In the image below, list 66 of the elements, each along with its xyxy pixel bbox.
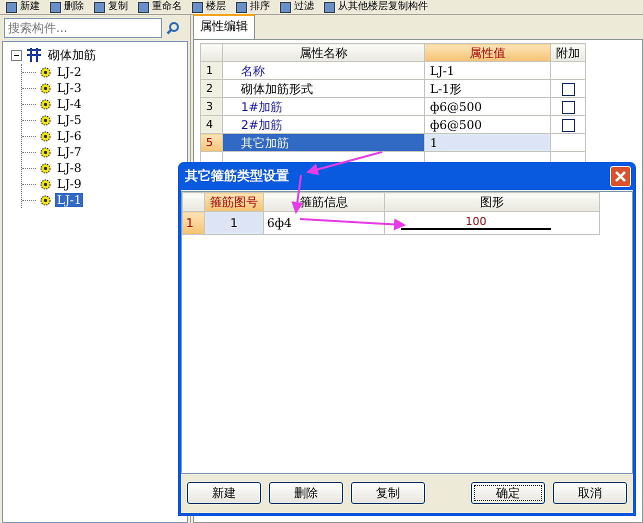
collapse-toggle[interactable] — [11, 50, 22, 60]
search-field[interactable]: 搜索构件... — [4, 18, 162, 38]
toolbar-button[interactable]: 新建 — [6, 1, 40, 13]
row-number: 4 — [200, 116, 222, 134]
tree-item[interactable]: LJ-8 — [55, 161, 84, 175]
tree-item[interactable]: LJ-5 — [55, 113, 84, 127]
rebar-shape-line: 100 — [401, 216, 551, 230]
property-name: 名称 — [222, 62, 424, 80]
gear-icon — [40, 130, 51, 142]
row-number: 1 — [200, 62, 222, 80]
toolbar-button[interactable]: 从其他楼层复制构件 — [324, 1, 428, 13]
row-number: 2 — [200, 80, 222, 98]
toolbar-button[interactable]: 排序 — [236, 1, 270, 13]
toolbar-button[interactable]: 楼层 — [192, 1, 226, 13]
checkbox[interactable] — [562, 118, 574, 132]
gear-icon — [40, 114, 51, 126]
toolbar-button[interactable]: 复制 — [94, 1, 128, 13]
column-header: 附加 — [550, 44, 586, 62]
property-value[interactable]: ф6@500 — [424, 98, 550, 116]
dialog-title: 其它箍筋类型设置 — [185, 168, 289, 185]
tab[interactable]: 属性编辑 — [193, 14, 255, 39]
column-header: 属性值 — [424, 44, 550, 62]
property-value[interactable]: 1 — [424, 134, 550, 152]
dialog-button[interactable]: 新建 — [187, 482, 261, 504]
table-cell: 6ф4 — [264, 212, 384, 234]
gear-icon — [40, 194, 51, 206]
property-value[interactable]: L-1形 — [424, 80, 550, 98]
tree-item[interactable]: LJ-6 — [55, 129, 84, 143]
gear-icon — [40, 162, 51, 174]
row-number: 3 — [200, 98, 222, 116]
property-name: 砌体加筋形式 — [222, 80, 424, 98]
column-header: 箍筋信息 — [264, 192, 384, 212]
toolbar-button[interactable]: 删除 — [50, 1, 84, 13]
gear-icon — [40, 98, 51, 110]
tree-item[interactable]: LJ-1 — [55, 193, 84, 207]
tree-node[interactable]: 砌体加筋 — [46, 46, 98, 64]
close-button[interactable] — [610, 166, 631, 186]
dialog-button[interactable]: 复制 — [351, 482, 425, 504]
gear-icon — [40, 66, 51, 78]
tree-item[interactable]: LJ-2 — [55, 65, 84, 79]
checkbox[interactable] — [562, 82, 574, 96]
dialog-button[interactable]: 取消 — [553, 482, 627, 504]
dialog-button[interactable]: 删除 — [269, 482, 343, 504]
gear-icon — [40, 178, 51, 190]
dialog-button[interactable]: 确定 — [471, 482, 545, 504]
gear-icon — [40, 146, 51, 158]
close-icon — [615, 170, 626, 182]
property-name: 1#加筋 — [222, 98, 424, 116]
property-value[interactable]: LJ-1 — [424, 62, 550, 80]
toolbar-button[interactable]: 过滤 — [280, 1, 314, 13]
tree-item[interactable]: LJ-4 — [55, 97, 84, 111]
gear-icon — [40, 82, 51, 94]
tree-item[interactable]: LJ-3 — [55, 81, 84, 95]
tree-item[interactable]: LJ-7 — [55, 145, 84, 159]
checkbox[interactable] — [562, 100, 574, 114]
table-cell: 1 — [204, 212, 264, 234]
toolbar-button[interactable]: 重命名 — [138, 1, 182, 13]
column-header: 箍筋图号 — [204, 192, 264, 212]
property-name: 其它加筋 — [222, 134, 424, 152]
search-icon[interactable] — [166, 21, 180, 35]
row-number: 5 — [200, 134, 222, 152]
tree-item[interactable]: LJ-9 — [55, 177, 84, 191]
column-header: 图形 — [384, 192, 600, 212]
grid-icon — [26, 47, 42, 63]
row-number: 1 — [182, 212, 204, 234]
column-header: 属性名称 — [222, 44, 424, 62]
